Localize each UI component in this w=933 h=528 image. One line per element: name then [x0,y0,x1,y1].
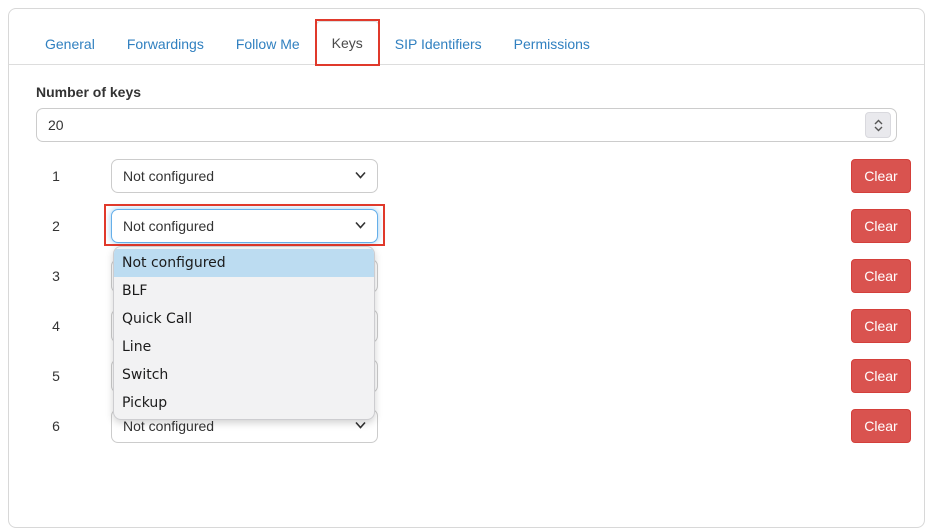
dropdown-option-switch[interactable]: Switch [114,361,374,389]
chevron-down-icon [355,171,366,179]
dropdown-option-quick-call[interactable]: Quick Call [114,305,374,333]
dropdown-option-blf[interactable]: BLF [114,277,374,305]
number-of-keys-input[interactable] [36,108,897,142]
key-rows: 1 Not configured Clear 2 Not configured … [36,159,897,443]
number-of-keys-field [36,108,897,142]
dropdown-option-line[interactable]: Line [114,333,374,361]
spinner-down-icon [874,126,883,132]
key-type-select-2[interactable]: Not configured [111,209,378,243]
settings-panel: General Forwardings Follow Me Keys SIP I… [8,8,925,528]
number-of-keys-label: Number of keys [36,84,897,100]
tab-follow-me[interactable]: Follow Me [220,22,316,65]
tab-sip-identifiers[interactable]: SIP Identifiers [379,22,498,65]
clear-button-5[interactable]: Clear [851,359,911,393]
key-type-select-2-value: Not configured [123,218,214,234]
key-number: 1 [36,159,76,193]
chevron-down-icon [355,421,366,429]
spinner-up-icon [874,119,883,125]
key-type-select-6-value: Not configured [123,418,214,434]
clear-button-1[interactable]: Clear [851,159,911,193]
key-number: 3 [36,259,76,293]
dropdown-option-not-configured[interactable]: Not configured [114,249,374,277]
key-number: 4 [36,309,76,343]
key-type-select-1[interactable]: Not configured [111,159,378,193]
key-number: 5 [36,359,76,393]
tab-permissions[interactable]: Permissions [498,22,606,65]
tab-keys[interactable]: Keys [316,21,379,65]
keys-tab-content: Number of keys 1 Not configured Clear 2 [9,84,924,443]
clear-button-4[interactable]: Clear [851,309,911,343]
tab-bar: General Forwardings Follow Me Keys SIP I… [9,21,924,65]
key-type-select-1-value: Not configured [123,168,214,184]
tab-forwardings[interactable]: Forwardings [111,22,220,65]
key-row-1: 1 Not configured Clear [36,159,897,193]
key-number: 2 [36,209,76,243]
tab-keys-label: Keys [332,35,363,51]
clear-button-2[interactable]: Clear [851,209,911,243]
key-row-2: 2 Not configured Clear Not configured BL… [36,209,897,243]
key-type-dropdown-menu: Not configured BLF Quick Call Line Switc… [113,246,375,420]
dropdown-option-pickup[interactable]: Pickup [114,389,374,417]
number-stepper[interactable] [865,112,891,138]
tab-general[interactable]: General [29,22,111,65]
chevron-down-icon [355,221,366,229]
clear-button-3[interactable]: Clear [851,259,911,293]
